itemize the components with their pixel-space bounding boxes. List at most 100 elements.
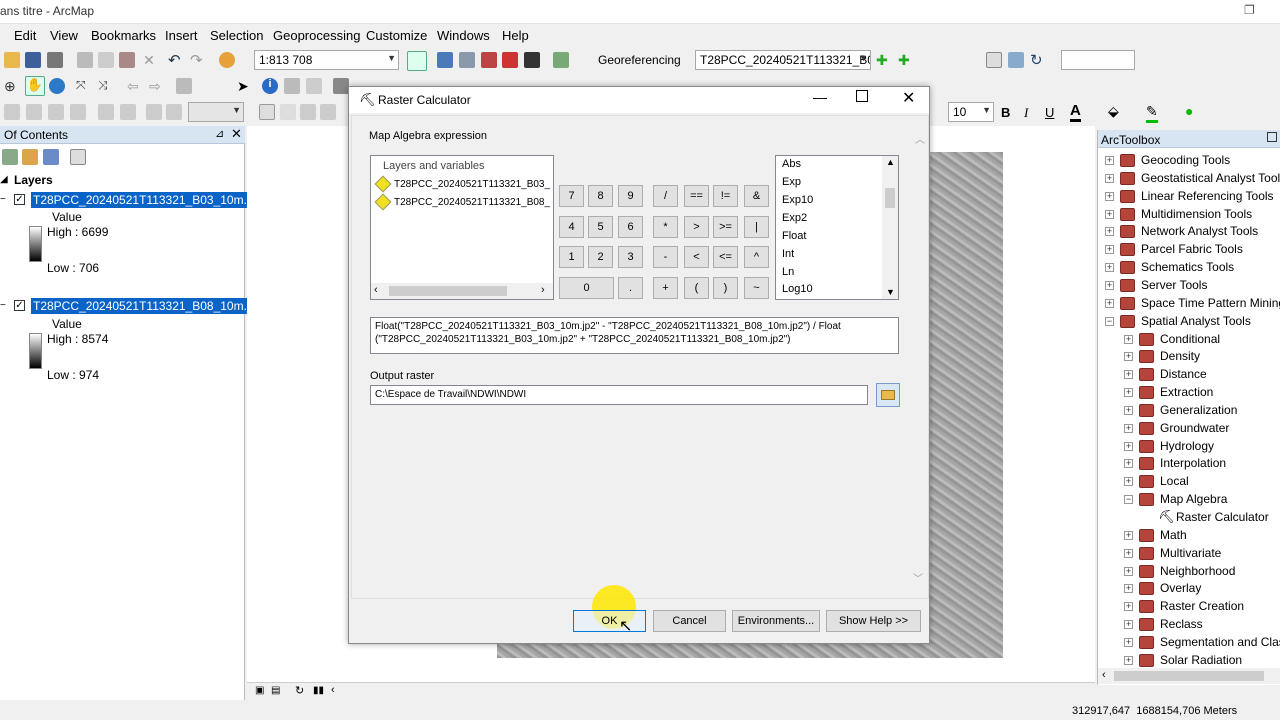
toolbox-item[interactable]: − Spatial Analyst Tools	[1098, 313, 1280, 331]
layout-icon-4[interactable]	[70, 104, 86, 120]
marker-color-icon[interactable]: ●	[1185, 103, 1193, 119]
copy-icon[interactable]	[98, 52, 114, 68]
menu-customize[interactable]: Customize	[366, 28, 427, 43]
scroll-up-icon[interactable]: ▲	[886, 157, 895, 167]
expand-icon[interactable]: +	[1105, 173, 1114, 183]
calc-key-minus[interactable]: -	[653, 246, 678, 268]
function-item[interactable]: Exp10	[782, 194, 813, 206]
open-icon[interactable]	[4, 52, 20, 68]
time-slider-icon[interactable]	[333, 78, 349, 94]
layout-view-icon[interactable]: ▤	[271, 685, 280, 696]
function-item[interactable]: Float	[782, 230, 806, 242]
calc-key-or[interactable]: |	[744, 216, 769, 238]
output-raster-field[interactable]: C:\Espace de Travail\NDWI\NDWI	[370, 385, 868, 405]
font-color-icon[interactable]: A	[1070, 102, 1081, 122]
calc-key-8[interactable]: 8	[588, 185, 613, 207]
horizontal-scrollbar[interactable]: ‹ ›	[371, 283, 553, 299]
functions-list[interactable]: Abs Exp Exp10 Exp2 Float Int Ln Log10 ▲ …	[775, 155, 899, 300]
rotate-icon[interactable]	[1008, 52, 1024, 68]
menu-edit[interactable]: Edit	[14, 28, 36, 43]
restore-icon[interactable]: ❐	[1244, 3, 1258, 17]
function-item[interactable]: Exp2	[782, 212, 807, 224]
scroll-thumb[interactable]	[1114, 671, 1264, 681]
ok-button[interactable]: OK	[573, 610, 646, 632]
bold-button[interactable]: B	[1001, 105, 1010, 120]
expand-icon[interactable]: +	[1105, 245, 1114, 255]
layer-variable-item[interactable]: T28PCC_20240521T113321_B03_	[394, 179, 550, 190]
expand-icon[interactable]: +	[1124, 423, 1133, 433]
layout-icon-7[interactable]	[146, 104, 162, 120]
layout-icon-12[interactable]	[320, 104, 336, 120]
expand-icon[interactable]: +	[1105, 280, 1114, 290]
expand-icon[interactable]: +	[1124, 566, 1133, 576]
maximize-panel-icon[interactable]	[1267, 132, 1277, 142]
back-extent-icon[interactable]: ⇦	[127, 78, 143, 94]
model-builder-icon[interactable]	[553, 52, 569, 68]
editor-toolbar-icon[interactable]	[407, 51, 427, 71]
toolbox-item[interactable]: + Math	[1098, 527, 1280, 545]
expand-icon[interactable]: +	[1105, 191, 1114, 201]
toolbox-item[interactable]: + Segmentation and Clas	[1098, 634, 1280, 652]
calc-key-multiply[interactable]: *	[653, 216, 678, 238]
scroll-left-icon[interactable]: ‹	[1102, 669, 1106, 681]
map-scale-combo[interactable]: 1:813 708 ▼	[254, 50, 399, 70]
search-window-icon[interactable]	[481, 52, 497, 68]
underline-button[interactable]: U	[1045, 105, 1054, 120]
collapse-icon[interactable]: −	[1105, 316, 1114, 326]
expand-icon[interactable]: +	[1105, 227, 1114, 237]
calc-key-greater-equal[interactable]: >=	[713, 216, 738, 238]
toolbox-item[interactable]: + Solar Radiation	[1098, 652, 1280, 667]
calc-key-equal[interactable]: ==	[684, 185, 709, 207]
scroll-thumb[interactable]	[885, 188, 895, 208]
select-features-icon[interactable]	[176, 78, 192, 94]
toolbox-item[interactable]: + Neighborhood	[1098, 563, 1280, 581]
georeferencing-menu[interactable]: Georeferencing	[598, 53, 681, 67]
function-item[interactable]: Log10	[782, 283, 813, 295]
toolbox-item[interactable]: + Geostatistical Analyst Tool	[1098, 170, 1280, 188]
toolbox-item[interactable]: + Network Analyst Tools	[1098, 223, 1280, 241]
scroll-down-icon[interactable]: ▼	[886, 287, 895, 297]
toolbox-item[interactable]: + Server Tools	[1098, 277, 1280, 295]
layers-variables-list[interactable]: Layers and variables T28PCC_20240521T113…	[370, 155, 554, 300]
list-by-source-icon[interactable]	[22, 149, 38, 165]
layer-1-name[interactable]: T28PCC_20240521T113321_B03_10m.jp2	[31, 192, 265, 208]
maximize-icon[interactable]	[856, 90, 868, 102]
calc-key-close-paren[interactable]: )	[713, 277, 738, 299]
calc-key-less[interactable]: <	[684, 246, 709, 268]
menu-selection[interactable]: Selection	[210, 28, 263, 43]
layout-icon-11[interactable]	[300, 104, 316, 120]
expression-textbox[interactable]: Float("T28PCC_20240521T113321_B03_10m.jp…	[370, 317, 899, 354]
add-control-points-icon[interactable]: ✚	[876, 52, 892, 68]
add-data-icon[interactable]	[219, 52, 235, 68]
expand-icon[interactable]: +	[1124, 334, 1133, 344]
calc-key-and[interactable]: &	[744, 185, 769, 207]
expand-icon[interactable]: +	[1124, 459, 1133, 469]
undo-icon[interactable]: ↶	[168, 51, 184, 69]
function-item[interactable]: Ln	[782, 266, 794, 278]
calc-key-5[interactable]: 5	[588, 216, 613, 238]
calc-key-1[interactable]: 1	[559, 246, 584, 268]
select-elements-icon[interactable]: ➤	[237, 78, 253, 94]
calc-key-2[interactable]: 2	[588, 246, 613, 268]
toolbox-item[interactable]: + Overlay	[1098, 580, 1280, 598]
collapse-icon[interactable]: −	[1124, 495, 1133, 505]
layout-icon-8[interactable]	[166, 104, 182, 120]
show-help-button[interactable]: Show Help >>	[826, 610, 921, 632]
menu-windows[interactable]: Windows	[437, 28, 490, 43]
toolbox-item[interactable]: + Interpolation	[1098, 455, 1280, 473]
toolbox-item[interactable]: − Map Algebra	[1098, 491, 1280, 509]
layout-icon-10[interactable]	[280, 104, 296, 120]
browse-folder-icon[interactable]	[876, 383, 900, 407]
calc-key-3[interactable]: 3	[618, 246, 643, 268]
scroll-thumb[interactable]	[389, 286, 507, 296]
toolbox-item[interactable]: + Linear Referencing Tools	[1098, 188, 1280, 206]
expand-icon[interactable]: +	[1124, 405, 1133, 415]
rotation-angle-field[interactable]	[1061, 50, 1135, 70]
cut-icon[interactable]	[77, 52, 93, 68]
calc-key-6[interactable]: 6	[618, 216, 643, 238]
find-icon[interactable]	[284, 78, 300, 94]
layout-icon-5[interactable]	[98, 104, 114, 120]
redo-icon[interactable]: ↷	[190, 51, 206, 69]
expand-icon[interactable]: +	[1124, 530, 1133, 540]
toolbox-item[interactable]: + Local	[1098, 473, 1280, 491]
